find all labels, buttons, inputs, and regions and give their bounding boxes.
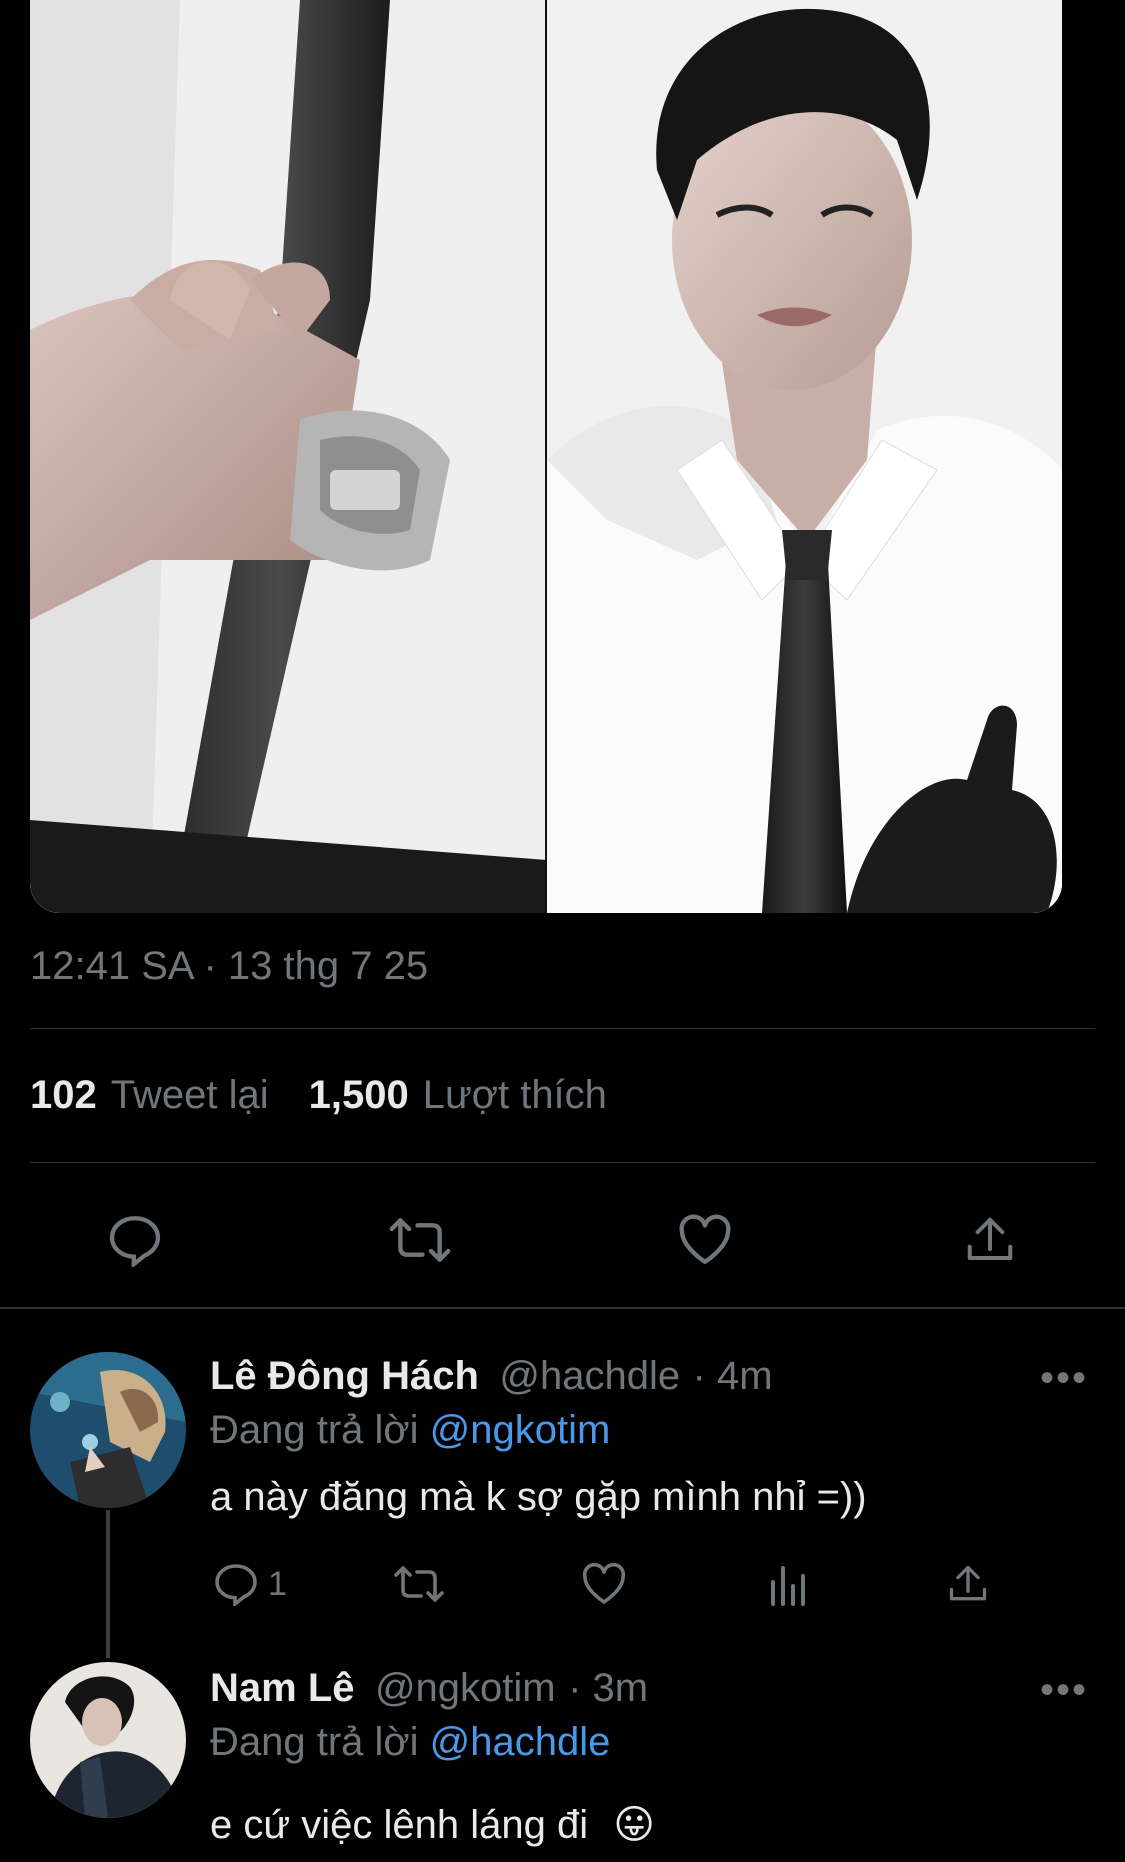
avatar-image-1 [30,1352,186,1508]
share-icon[interactable] [946,1562,990,1606]
avatar[interactable] [30,1352,186,1508]
like-icon[interactable] [673,1208,737,1272]
mention-link[interactable]: @hachdle [430,1720,611,1764]
replying-to: Đang trả lời @ngkotim [210,1408,610,1453]
author-handle[interactable]: @ngkotim [375,1666,556,1710]
analytics-icon[interactable] [766,1562,808,1606]
mention-link[interactable]: @ngkotim [430,1408,611,1452]
reply-icon[interactable] [103,1208,167,1272]
photo-right-art [547,0,1062,913]
divider [30,1028,1095,1029]
avatar-image-2 [30,1662,186,1818]
author-name[interactable]: Nam Lê [210,1666,355,1710]
reply-text: a này đăng mà k sợ gặp mình nhỉ =)) [210,1475,867,1519]
replying-label: Đang trả lời [210,1408,419,1452]
divider [30,1162,1095,1163]
tweet-stats: 102 Tweet lại 1,500 Lượt thích [30,1073,607,1118]
reply-header: Lê Đông Hách @hachdle · 4m [210,1354,773,1399]
avatar[interactable] [30,1662,186,1818]
reply-time: · 4m [692,1354,773,1398]
retweet-label[interactable]: Tweet lại [111,1073,269,1118]
replying-to: Đang trả lời @hachdle [210,1720,610,1765]
reply-time: · 3m [568,1666,649,1710]
reply-header: Nam Lê @ngkotim · 3m [210,1666,648,1711]
share-icon[interactable] [958,1208,1022,1272]
more-options-icon[interactable]: ••• [1040,1668,1088,1713]
reply-icon[interactable]: 1 [212,1562,287,1606]
photo-portrait[interactable] [547,0,1062,913]
retweet-icon[interactable] [392,1562,446,1606]
tweet-timestamp: 12:41 SA · 13 thg 7 25 [30,944,429,988]
like-icon[interactable] [580,1562,628,1606]
reply-count: 1 [268,1564,287,1603]
author-handle[interactable]: @hachdle [499,1354,680,1398]
retweet-icon[interactable] [388,1208,452,1272]
like-label[interactable]: Lượt thích [423,1073,607,1118]
author-name[interactable]: Lê Đông Hách [210,1354,479,1398]
tweet-media[interactable] [30,0,1062,913]
reply-text: e cứ việc lênh láng đi [210,1803,589,1847]
thread-line [106,1510,110,1658]
photo-hand-watch[interactable] [30,0,545,913]
photo-left-art [30,0,545,913]
reply-body: e cứ việc lênh láng đi 😛 [210,1802,655,1848]
tweet-action-bar [0,1208,1125,1268]
tongue-emoji-icon: 😛 [613,1803,655,1847]
like-count[interactable]: 1,500 [309,1073,409,1118]
more-options-icon[interactable]: ••• [1040,1356,1088,1401]
section-divider [0,1307,1125,1309]
retweet-count[interactable]: 102 [30,1073,97,1118]
replying-label: Đang trả lời [210,1720,419,1764]
